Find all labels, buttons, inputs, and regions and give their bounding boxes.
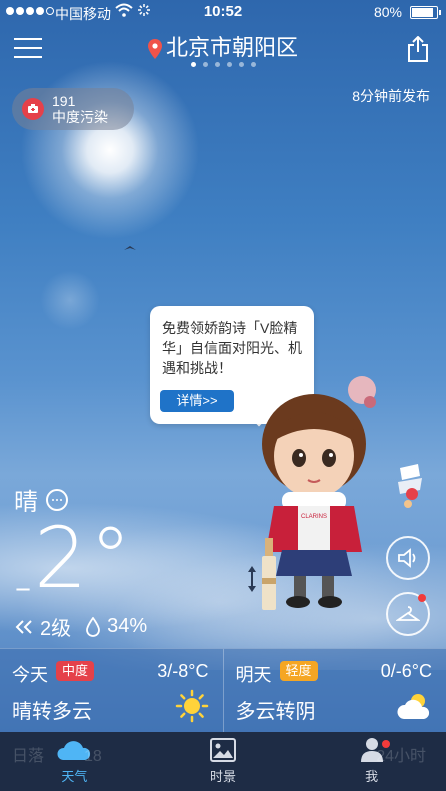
tab-bar: 日落 18 天气 时景 24小时 我 <box>0 732 446 791</box>
more-details-icon[interactable] <box>46 488 68 511</box>
speaker-icon <box>398 548 416 568</box>
battery-percent: 80% <box>373 4 402 20</box>
wind-icon <box>15 619 32 634</box>
tab-weather[interactable]: 日落 18 天气 <box>0 732 149 791</box>
forecast-aqi-tag: 轻度 <box>279 661 318 681</box>
forecast-day-label: 今天 <box>12 665 48 685</box>
location-pin-icon <box>147 39 162 60</box>
notification-dot <box>382 740 391 748</box>
tab-label: 时景 <box>210 769 237 784</box>
humidity-drop-icon <box>86 616 101 637</box>
tab-label: 我 <box>365 769 379 784</box>
mascot-wardrobe-icon[interactable] <box>390 460 430 510</box>
photo-icon <box>210 738 236 762</box>
sun-glare <box>20 60 200 240</box>
voice-broadcast-button[interactable] <box>386 536 430 580</box>
wind-level: 2级 <box>40 618 72 640</box>
arrow-up-down-icon <box>248 566 256 592</box>
weather-app: 中国移动 10:52 80% 北京市朝阳区 8分钟前发布 191 中度污染 免费… <box>0 0 446 791</box>
status-bar: 中国移动 10:52 80% <box>0 0 446 24</box>
notification-dot <box>418 594 426 602</box>
aqi-badge[interactable]: 191 中度污染 <box>12 88 134 130</box>
ad-details-button[interactable]: 详情>> <box>160 390 234 412</box>
minus-sign: - <box>14 557 35 615</box>
aqi-mask-icon <box>22 98 44 120</box>
tab-me[interactable]: 24小时 我 <box>297 732 446 791</box>
aqi-value: 191 <box>52 93 76 109</box>
clothes-hanger-icon <box>396 606 420 621</box>
forecast-aqi-tag: 中度 <box>56 661 95 681</box>
location-name: 北京市朝阳区 <box>165 35 298 60</box>
battery-icon <box>410 6 441 19</box>
forecast-temp: 3/-8°C <box>157 661 209 681</box>
sunset-ghost-label: 日落 18 <box>12 748 102 765</box>
forecast-panel: 今天 中度 3/-8°C 晴转多云 明天 轻度 0/-6°C 多云转阴 <box>0 648 446 733</box>
cloud-sun-icon <box>397 694 430 719</box>
page-dot <box>214 62 220 67</box>
tab-scenery[interactable]: 时景 <box>149 732 298 791</box>
temperature-value: 2° <box>34 509 134 607</box>
page-dot <box>238 62 244 67</box>
page-indicator <box>0 62 446 67</box>
page-dot <box>202 62 208 67</box>
forecast-description: 多云转阴 <box>235 701 316 723</box>
humidity-value: 34% <box>107 615 148 637</box>
ad-text: 免费领娇韵诗「V脸精华」自信面对阳光、机遇和挑战！ <box>162 320 302 376</box>
forecast-day-label: 明天 <box>235 665 272 685</box>
forecast-today[interactable]: 今天 中度 3/-8°C 晴转多云 <box>0 649 223 733</box>
current-temperature: -2° <box>14 509 134 615</box>
forecast-tomorrow[interactable]: 明天 轻度 0/-6°C 多云转阴 <box>222 649 446 733</box>
page-dot <box>250 62 256 67</box>
tab-label: 天气 <box>61 769 88 784</box>
share-button[interactable] <box>406 36 430 62</box>
location-title[interactable]: 北京市朝阳区 <box>0 30 446 62</box>
bird-icon <box>124 246 136 250</box>
forecast-temp: 0/-6°C <box>380 661 432 681</box>
lens-flare <box>40 270 100 330</box>
forecast-description: 晴转多云 <box>12 701 92 723</box>
outfit-button[interactable] <box>386 592 430 636</box>
svg-text:CLARINS: CLARINS <box>301 514 327 520</box>
page-dot <box>190 62 196 67</box>
wind-humidity-row: 2级 34% <box>14 612 147 641</box>
sun-icon <box>175 689 208 723</box>
aqi-label: 中度污染 <box>52 109 108 125</box>
page-dot <box>226 62 232 67</box>
publish-time: 8分钟前发布 <box>352 88 430 104</box>
product-bottle-icon <box>262 538 276 610</box>
